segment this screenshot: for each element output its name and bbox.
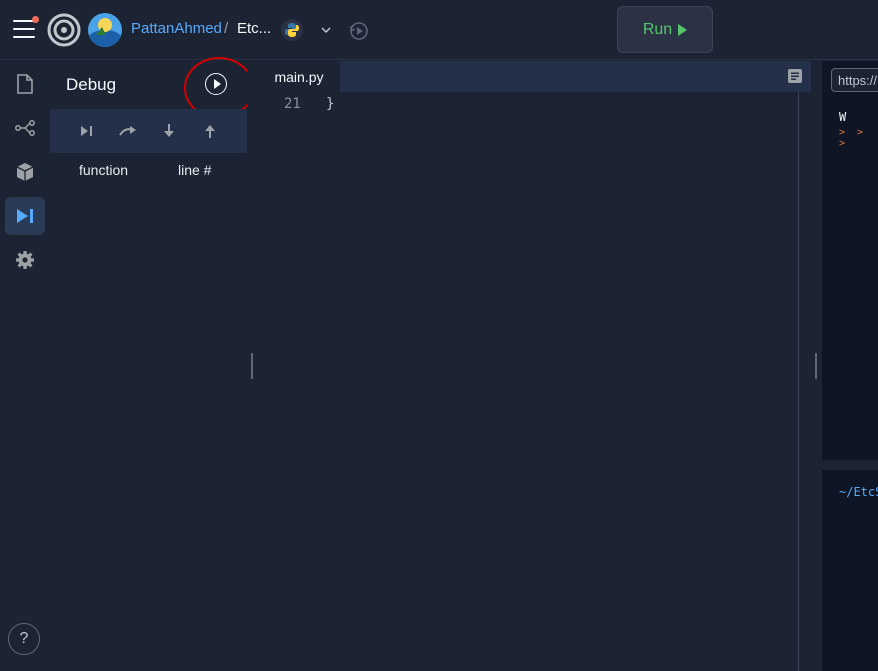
avatar[interactable] bbox=[88, 13, 122, 47]
console-prompt-arrows: > > > bbox=[839, 127, 867, 149]
start-debug-button[interactable] bbox=[205, 73, 227, 95]
pane-divider[interactable] bbox=[822, 460, 878, 470]
code-line[interactable]: } bbox=[326, 96, 334, 112]
resize-handle-right[interactable] bbox=[811, 61, 822, 671]
code-editor: main.py 21 } bbox=[258, 61, 811, 671]
continue-icon[interactable] bbox=[75, 119, 99, 143]
version-control-icon[interactable] bbox=[5, 109, 45, 147]
output-pane: https:// W > > > ~/EtcS bbox=[822, 61, 878, 671]
webview-url-field[interactable]: https:// bbox=[831, 68, 878, 92]
function-column-header: function bbox=[79, 162, 129, 178]
history-icon[interactable] bbox=[348, 20, 370, 42]
username-link[interactable]: PattanAhmed bbox=[131, 20, 222, 37]
repl-name[interactable]: Etc... bbox=[237, 20, 271, 37]
debug-panel: Debug function line # bbox=[50, 57, 254, 671]
settings-gear-icon[interactable] bbox=[5, 241, 45, 279]
console-output-text: W bbox=[839, 110, 847, 124]
step-into-icon[interactable] bbox=[157, 119, 181, 143]
chevron-down-icon[interactable] bbox=[318, 22, 334, 38]
breadcrumb-separator: / bbox=[224, 20, 229, 37]
files-icon[interactable] bbox=[5, 65, 45, 103]
line-column-header: line # bbox=[178, 162, 212, 178]
help-button[interactable]: ? bbox=[8, 623, 40, 655]
editor-menu-icon[interactable] bbox=[787, 68, 803, 84]
replit-logo-icon[interactable] bbox=[47, 13, 81, 47]
notification-dot bbox=[32, 16, 39, 23]
editor-scrollbar[interactable] bbox=[798, 92, 811, 671]
top-bar: PattanAhmed / Etc... Run bbox=[0, 0, 878, 60]
menu-icon[interactable] bbox=[13, 16, 39, 38]
resize-handle-left[interactable] bbox=[247, 61, 258, 671]
line-number: 21 bbox=[284, 96, 301, 112]
debug-controls bbox=[50, 109, 247, 153]
left-rail: ? bbox=[0, 61, 50, 671]
editor-tab-bar: main.py bbox=[258, 61, 811, 92]
tab-main-py[interactable]: main.py bbox=[258, 61, 340, 92]
step-out-icon[interactable] bbox=[198, 119, 222, 143]
debug-title: Debug bbox=[66, 75, 117, 94]
packages-icon[interactable] bbox=[5, 153, 45, 191]
play-circle-icon bbox=[213, 79, 221, 89]
shell-prompt[interactable]: ~/EtcS bbox=[839, 485, 878, 499]
play-icon bbox=[678, 23, 688, 36]
python-icon[interactable] bbox=[281, 19, 303, 41]
run-button[interactable]: Run bbox=[617, 6, 713, 53]
run-label: Run bbox=[642, 20, 673, 38]
code-area[interactable]: 21 } bbox=[258, 92, 798, 671]
debugger-icon[interactable] bbox=[5, 197, 45, 235]
step-over-icon[interactable] bbox=[116, 119, 140, 143]
